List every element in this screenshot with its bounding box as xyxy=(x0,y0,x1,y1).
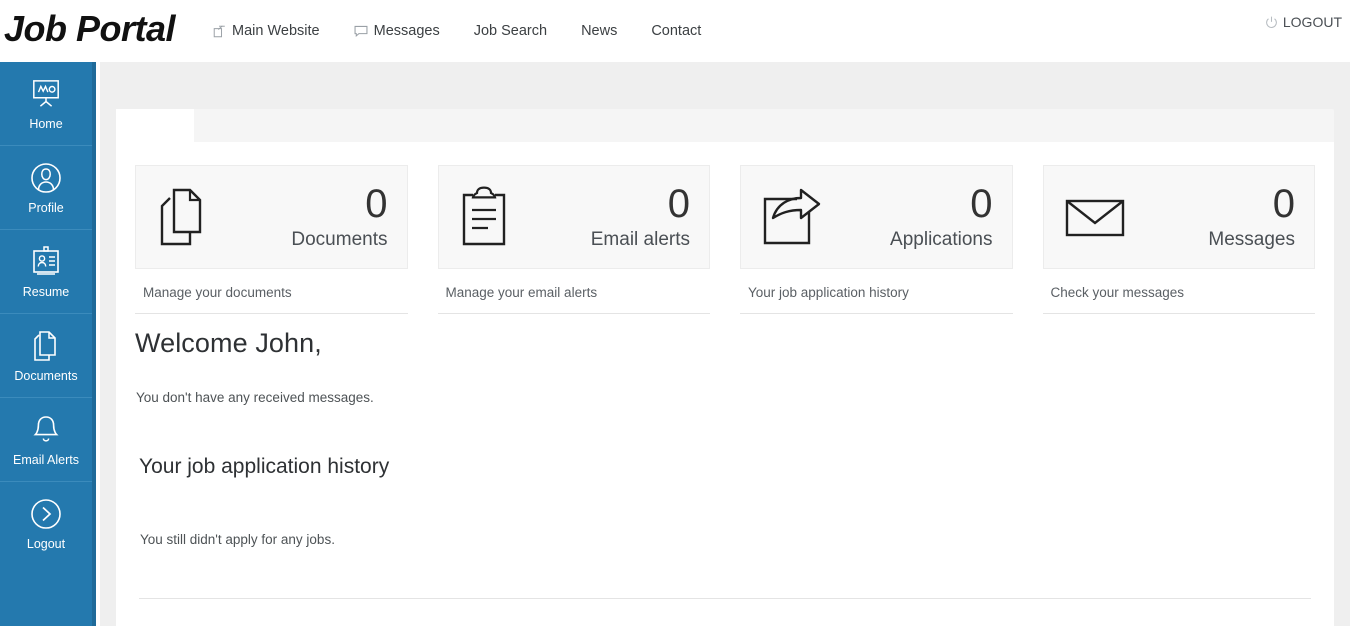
stat-values: 0 Email alerts xyxy=(591,183,690,251)
nav-item-contact[interactable]: Contact xyxy=(634,11,718,51)
external-window-icon xyxy=(213,25,226,38)
clipboard-lines-icon xyxy=(459,186,509,248)
nav-item-messages[interactable]: Messages xyxy=(337,11,457,51)
nav-label: Contact xyxy=(651,23,702,39)
brand-logo[interactable]: Job Portal xyxy=(4,11,176,47)
logout-button[interactable]: LOGOUT xyxy=(1265,14,1342,30)
messages-empty-text: You don't have any received messages. xyxy=(136,390,374,405)
nav-label: Main Website xyxy=(232,23,320,39)
stat-name: Messages xyxy=(1208,229,1295,250)
tab-strip xyxy=(116,109,1334,142)
page-body: 0 Documents Manage your documents 0 Emai… xyxy=(100,62,1350,626)
comment-bubble-icon xyxy=(354,25,368,38)
stat-subtitle: Check your messages xyxy=(1042,269,1315,314)
stat-subtitle: Manage your email alerts xyxy=(437,269,710,314)
presentation-board-icon xyxy=(30,77,62,111)
stat-count: 0 xyxy=(365,182,388,226)
tab-active[interactable] xyxy=(116,109,194,142)
nav-item-news[interactable]: News xyxy=(564,11,634,51)
stat-name: Email alerts xyxy=(590,229,690,250)
stat-values: 0 Applications xyxy=(890,183,992,251)
user-circle-icon xyxy=(30,161,62,195)
stat-count: 0 xyxy=(970,182,993,226)
section-title-application-history: Your job application history xyxy=(139,455,390,478)
sidebar-item-logout[interactable]: Logout xyxy=(0,482,92,566)
sidebar-item-documents[interactable]: Documents xyxy=(0,314,92,398)
stat-card-applications[interactable]: 0 Applications Your job application hist… xyxy=(740,165,1013,314)
bell-icon xyxy=(31,413,61,447)
nav-item-main-website[interactable]: Main Website xyxy=(213,11,337,51)
sidebar-item-label: Home xyxy=(29,116,63,131)
sidebar-item-resume[interactable]: Resume xyxy=(0,230,92,314)
content-panel: 0 Documents Manage your documents 0 Emai… xyxy=(116,142,1334,626)
sidebar-item-label: Profile xyxy=(28,200,64,215)
applications-empty-text: You still didn't apply for any jobs. xyxy=(140,532,335,547)
nav-item-job-search[interactable]: Job Search xyxy=(457,11,564,51)
nav-label: Messages xyxy=(373,23,440,39)
sidebar-item-email-alerts[interactable]: Email Alerts xyxy=(0,398,92,482)
arrow-right-circle-icon xyxy=(30,497,62,531)
stat-card-body: 0 Applications xyxy=(740,165,1013,269)
nav-label: Job Search xyxy=(473,23,548,39)
stat-values: 0 Messages xyxy=(1208,183,1295,251)
sidebar-item-label: Documents xyxy=(14,368,78,383)
main-navigation: Main Website Messages Job Search News Co… xyxy=(213,11,718,51)
share-arrow-icon xyxy=(761,188,823,246)
stat-card-documents[interactable]: 0 Documents Manage your documents xyxy=(135,165,408,314)
stat-subtitle: Your job application history xyxy=(740,269,1013,314)
stat-name: Documents xyxy=(291,229,388,250)
sidebar-item-home[interactable]: Home xyxy=(0,62,92,146)
documents-stack-icon xyxy=(32,329,60,363)
stats-row: 0 Documents Manage your documents 0 Emai… xyxy=(135,165,1315,314)
stat-count: 0 xyxy=(667,182,690,226)
nav-label: News xyxy=(581,23,618,39)
id-badge-icon xyxy=(31,245,61,279)
stat-subtitle: Manage your documents xyxy=(135,269,408,314)
stat-values: 0 Documents xyxy=(291,183,387,251)
welcome-heading: Welcome John, xyxy=(135,328,322,358)
sidebar-item-label: Email Alerts xyxy=(13,452,79,467)
sidebar: Home Profile Resume Documents Email Aler… xyxy=(0,62,96,626)
stat-card-body: 0 Email alerts xyxy=(437,165,710,269)
envelope-icon xyxy=(1064,193,1126,241)
sidebar-item-profile[interactable]: Profile xyxy=(0,146,92,230)
sidebar-item-label: Resume xyxy=(22,284,70,299)
section-divider xyxy=(139,598,1311,599)
documents-stack-icon xyxy=(156,186,210,248)
top-header: Job Portal Main Website Messages Job Sea… xyxy=(0,0,1350,62)
stat-name: Applications xyxy=(890,229,993,250)
logout-label: LOGOUT xyxy=(1282,14,1342,30)
stat-card-body: 0 Documents xyxy=(135,165,408,269)
stat-card-messages[interactable]: 0 Messages Check your messages xyxy=(1042,165,1315,314)
power-icon xyxy=(1265,16,1278,29)
stat-card-email-alerts[interactable]: 0 Email alerts Manage your email alerts xyxy=(437,165,710,314)
stat-count: 0 xyxy=(1272,182,1295,226)
sidebar-item-label: Logout xyxy=(26,537,66,552)
stat-card-body: 0 Messages xyxy=(1042,165,1315,269)
